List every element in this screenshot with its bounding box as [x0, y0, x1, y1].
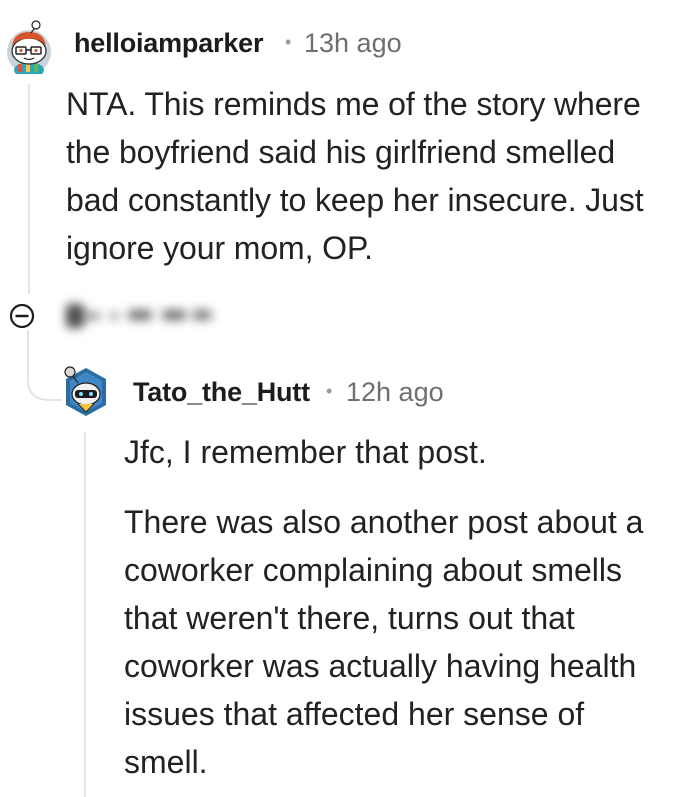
thread-line[interactable]	[84, 432, 86, 797]
avatar[interactable]	[58, 362, 114, 422]
thread-line[interactable]	[28, 84, 30, 294]
snoo-avatar-icon	[64, 366, 106, 416]
avatar[interactable]	[4, 18, 54, 74]
comment-paragraph: There was also another post about a cowo…	[124, 504, 644, 780]
comment-body: NTA. This reminds me of the story where …	[66, 86, 644, 266]
collapse-minus-icon[interactable]	[9, 303, 35, 329]
separator-dot: •	[326, 381, 333, 401]
comment-paragraph: Jfc, I remember that post.	[124, 434, 487, 470]
comment-author[interactable]: helloiamparker	[74, 28, 263, 59]
comment-timestamp: 13h ago	[304, 28, 402, 58]
comment-author[interactable]: Tato_the_Hutt	[133, 377, 310, 408]
comment-timestamp: 12h ago	[346, 377, 444, 407]
snoo-avatar-icon	[7, 20, 51, 74]
separator-dot: •	[285, 32, 292, 52]
